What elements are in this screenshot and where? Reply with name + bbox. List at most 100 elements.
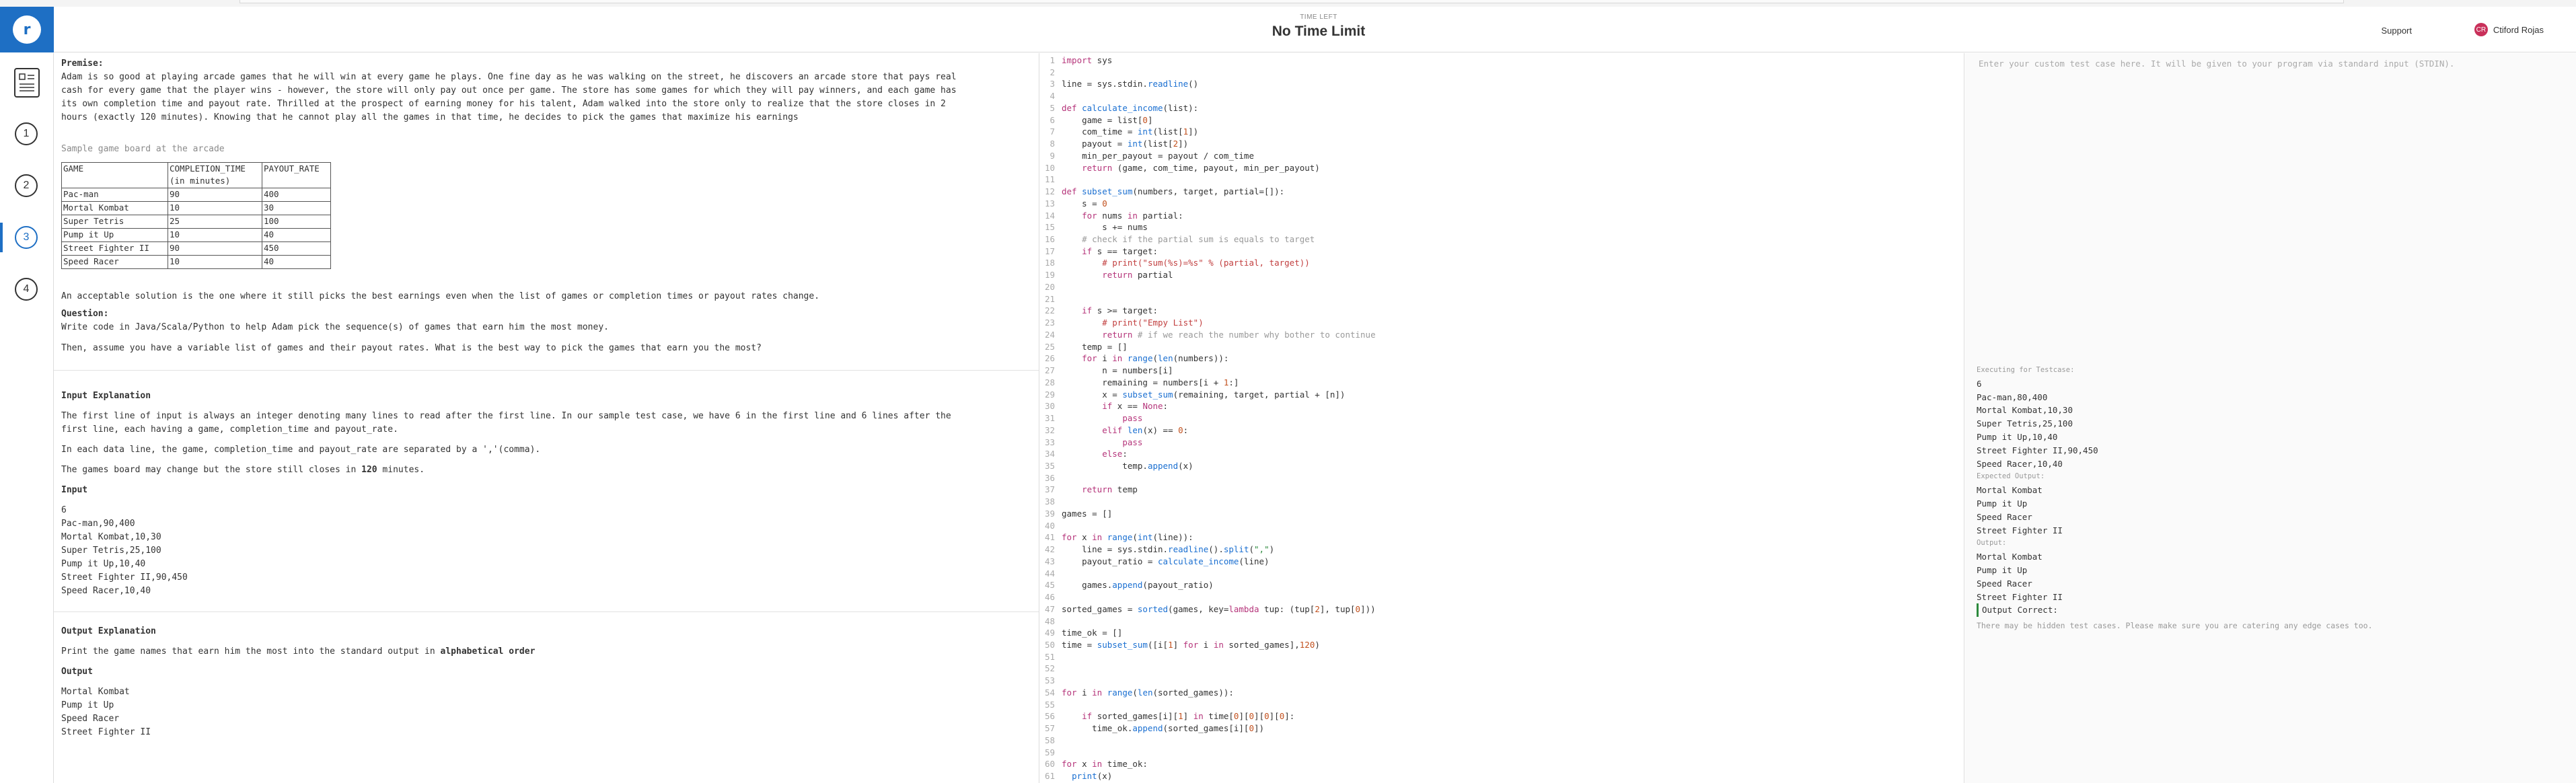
code-line[interactable]: 41 for x in range(int(line)): xyxy=(1040,531,1376,544)
sidebar: 1 2 3 4 xyxy=(0,53,54,783)
line-number: 52 xyxy=(1044,663,1055,674)
code-line[interactable]: 6 game = list[0] xyxy=(1040,114,1376,126)
code-lines: 1 import sys 2 3 line = sys.stdin.readline()… xyxy=(1040,54,1376,783)
table-row: Street Fighter II 90 450 xyxy=(61,241,331,256)
input-heading: Input xyxy=(61,485,88,495)
acceptable-solution-text: An acceptable solution is the one where … xyxy=(61,291,820,301)
code-line[interactable]: 34 else: xyxy=(1040,448,1376,460)
step-1[interactable]: 1 xyxy=(15,122,38,145)
code-line[interactable]: 52 xyxy=(1040,663,1376,675)
code-text: games.append(payout_ratio) xyxy=(1062,580,1214,591)
code-line[interactable]: 12 def subset_sum(numbers, target, partia… xyxy=(1040,186,1376,198)
code-line[interactable]: 14 for nums in partial: xyxy=(1040,210,1376,222)
expected-line: Mortal Kombat xyxy=(1977,485,2043,496)
input-line: Speed Racer,10,40 xyxy=(61,586,151,596)
code-line[interactable]: 47 sorted_games = sorted(games, key=lambd… xyxy=(1040,603,1376,616)
code-line[interactable]: 33 pass xyxy=(1040,437,1376,449)
line-number: 31 xyxy=(1044,413,1055,424)
premise-line: cash for every game that the player wins… xyxy=(61,85,957,96)
code-text: # check if the partial sum is equals to … xyxy=(1082,234,1315,245)
code-line[interactable]: 55 xyxy=(1040,699,1376,711)
code-line[interactable]: 11 xyxy=(1040,174,1376,186)
code-text: for i in range(len(sorted_games)): xyxy=(1062,687,1234,698)
custom-stdin-input[interactable]: Enter your custom test case here. It wil… xyxy=(1979,59,2454,69)
code-line[interactable]: 27 n = numbers[i] xyxy=(1040,365,1376,377)
code-line[interactable]: 13 s = 0 xyxy=(1040,198,1376,210)
code-text: for nums in partial: xyxy=(1082,210,1183,221)
line-number: 18 xyxy=(1044,258,1055,268)
code-line[interactable]: 45 games.append(payout_ratio) xyxy=(1040,579,1376,591)
code-line[interactable]: 38 xyxy=(1040,496,1376,508)
code-line[interactable]: 44 xyxy=(1040,568,1376,580)
code-line[interactable]: 31 pass xyxy=(1040,412,1376,424)
code-line[interactable]: 22 if s >= target: xyxy=(1040,305,1376,317)
code-line[interactable]: 53 xyxy=(1040,675,1376,687)
code-line[interactable]: 51 xyxy=(1040,651,1376,663)
code-line[interactable]: 56 if sorted_games[i][1] in time[0][0][0… xyxy=(1040,710,1376,722)
code-line[interactable]: 19 return partial xyxy=(1040,269,1376,281)
code-line[interactable]: 4 xyxy=(1040,90,1376,102)
code-line[interactable]: 20 xyxy=(1040,281,1376,293)
app-logo[interactable]: r xyxy=(0,7,54,52)
code-line[interactable]: 8 payout = int(list[2]) xyxy=(1040,138,1376,150)
code-line[interactable]: 49 time_ok = [] xyxy=(1040,627,1376,639)
code-line[interactable]: 25 temp = [] xyxy=(1040,341,1376,353)
code-line[interactable]: 1 import sys xyxy=(1040,54,1376,67)
code-line[interactable]: 35 temp.append(x) xyxy=(1040,460,1376,472)
table-cell: 400 xyxy=(262,188,331,202)
code-line[interactable]: 3 line = sys.stdin.readline() xyxy=(1040,78,1376,90)
code-line[interactable]: 5 def calculate_income(list): xyxy=(1040,102,1376,114)
line-number: 29 xyxy=(1044,389,1055,400)
code-line[interactable]: 37 return temp xyxy=(1040,484,1376,496)
code-line[interactable]: 23 # print("Empy List") xyxy=(1040,317,1376,329)
step-3[interactable]: 3 xyxy=(15,226,38,249)
code-line[interactable]: 59 xyxy=(1040,747,1376,759)
code-line[interactable]: 36 xyxy=(1040,472,1376,484)
code-line[interactable]: 54 for i in range(len(sorted_games)): xyxy=(1040,687,1376,699)
code-line[interactable]: 43 payout_ratio = calculate_income(line) xyxy=(1040,556,1376,568)
code-line[interactable]: 61 print(x) xyxy=(1040,770,1376,782)
code-line[interactable]: 17 if s == target: xyxy=(1040,246,1376,258)
code-line[interactable]: 28 remaining = numbers[i + 1:] xyxy=(1040,377,1376,389)
code-line[interactable]: 26 for i in range(len(numbers)): xyxy=(1040,352,1376,365)
user-menu[interactable]: CR Ctiford Rojas xyxy=(2474,23,2544,36)
problem-document-icon[interactable] xyxy=(14,68,40,98)
expected-output-label: Expected Output: xyxy=(1977,472,2045,481)
code-line[interactable]: 57 time_ok.append(sorted_games[i][0]) xyxy=(1040,722,1376,735)
code-line[interactable]: 10 return (game, com_time, payout, min_p… xyxy=(1040,162,1376,174)
code-line[interactable]: 50 time = subset_sum([i[1] for i in sorte… xyxy=(1040,639,1376,651)
step-2[interactable]: 2 xyxy=(15,174,38,197)
code-line[interactable]: 24 return # if we reach the number why b… xyxy=(1040,329,1376,341)
line-number: 20 xyxy=(1044,281,1055,292)
code-line[interactable]: 39 games = [] xyxy=(1040,508,1376,520)
support-link[interactable]: Support xyxy=(2381,26,2412,36)
code-editor[interactable]: 1 import sys 2 3 line = sys.stdin.readline()… xyxy=(1040,53,1964,783)
code-line[interactable]: 29 x = subset_sum(remaining, target, par… xyxy=(1040,389,1376,401)
code-line[interactable]: 2 xyxy=(1040,67,1376,79)
code-line[interactable]: 60 for x in time_ok: xyxy=(1040,758,1376,770)
code-line[interactable]: 48 xyxy=(1040,616,1376,628)
testcase-line: Pac-man,80,400 xyxy=(1977,392,2048,402)
code-line[interactable]: 32 elif len(x) == 0: xyxy=(1040,424,1376,437)
question-heading: Question: xyxy=(61,309,109,319)
actual-output-line: Mortal Kombat xyxy=(1977,552,2043,562)
line-number: 38 xyxy=(1044,496,1055,507)
code-line[interactable]: 7 com_time = int(list[1]) xyxy=(1040,126,1376,138)
code-line[interactable]: 15 s += nums xyxy=(1040,221,1376,233)
code-line[interactable]: 16 # check if the partial sum is equals … xyxy=(1040,233,1376,246)
code-line[interactable]: 21 xyxy=(1040,293,1376,305)
code-text: import sys xyxy=(1062,55,1113,65)
line-number: 32 xyxy=(1044,424,1055,435)
step-4[interactable]: 4 xyxy=(15,278,38,301)
code-line[interactable]: 40 xyxy=(1040,520,1376,532)
table-header-cell: PAYOUT_RATE xyxy=(262,162,331,188)
code-line[interactable]: 30 if x == None: xyxy=(1040,400,1376,412)
code-line[interactable]: 18 # print("sum(%s)=%s" % (partial, targ… xyxy=(1040,257,1376,269)
code-line[interactable]: 46 xyxy=(1040,591,1376,603)
code-text: line = sys.stdin.readline().split(",") xyxy=(1062,544,1275,555)
code-line[interactable]: 58 xyxy=(1040,735,1376,747)
input-explanation-heading: Input Explanation xyxy=(61,391,151,401)
code-line[interactable]: 9 min_per_payout = payout / com_time xyxy=(1040,150,1376,162)
table-row: Pump it Up 10 40 xyxy=(61,228,331,242)
code-line[interactable]: 42 line = sys.stdin.readline().split(","… xyxy=(1040,544,1376,556)
